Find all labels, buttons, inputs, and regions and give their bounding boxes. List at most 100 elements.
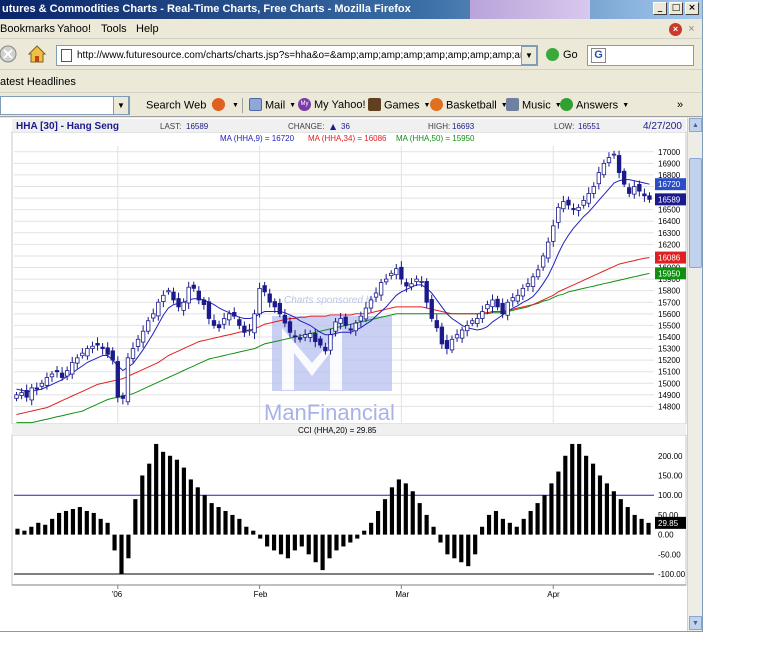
basketball-button[interactable]: Basketball ▼ [430, 94, 508, 117]
candle-body [424, 281, 429, 303]
cci-bar [98, 518, 103, 535]
mail-button[interactable]: Mail ▼ [249, 94, 296, 117]
candle-body [59, 372, 65, 378]
candle-body [135, 338, 141, 347]
price-tick-label: 15800 [658, 287, 681, 296]
candle-body [328, 334, 333, 351]
candle-body [90, 345, 95, 349]
candle-body [621, 170, 627, 185]
candle-body [277, 303, 283, 315]
cci-bar [112, 534, 117, 551]
candle-body [586, 193, 591, 204]
url-dropdown-button[interactable]: ▼ [521, 46, 537, 65]
cci-bar [500, 518, 505, 535]
menu-bar: Bookmarks Yahoo! Tools Help [0, 19, 702, 39]
chart-symbol: HHA [30] - Hang Seng [16, 121, 119, 132]
price-tick-label: 16400 [658, 217, 681, 226]
menu-yahoo[interactable]: Yahoo! [57, 19, 91, 39]
cci-bar [590, 463, 596, 535]
cci-bar [174, 459, 180, 535]
candle-body [64, 370, 70, 377]
candle-body [257, 287, 262, 315]
yahoo-compass-button[interactable]: ▼ [212, 94, 239, 117]
candle-body [353, 322, 358, 332]
menu-tools[interactable]: Tools [101, 19, 127, 39]
cci-bar [105, 522, 110, 535]
candle-body [171, 291, 176, 301]
candle-body [571, 208, 576, 211]
cci-bar [188, 479, 193, 535]
page-icon [61, 49, 72, 62]
cci-tick-label: -50.00 [658, 550, 681, 559]
cci-bar [556, 471, 561, 535]
scroll-up-icon[interactable]: ▲ [689, 118, 702, 132]
cci-bar [202, 495, 207, 535]
chevron-down-icon: ▼ [232, 102, 239, 109]
candle-body [368, 299, 374, 309]
headlines-label[interactable]: atest Headlines [0, 76, 76, 88]
search-box[interactable]: G [587, 45, 694, 66]
candle-body [383, 278, 389, 283]
candle-body [495, 298, 500, 308]
minimize-button[interactable]: _ [653, 2, 667, 15]
stop-icon[interactable]: × [669, 23, 682, 36]
candle-body [556, 206, 561, 223]
last-badge: 16589 [658, 195, 681, 204]
cci-bar [549, 483, 554, 535]
candle-body [19, 392, 24, 396]
cci-bar [70, 509, 76, 535]
games-button[interactable]: Games ▼ [368, 94, 430, 117]
candle-body [242, 325, 247, 333]
url-text: http://www.futuresource.com/charts/chart… [77, 50, 538, 61]
yahoo-search-dropdown[interactable]: ▼ [113, 96, 129, 115]
toolbar-overflow-button[interactable]: » [677, 94, 683, 117]
candle-body [454, 334, 460, 339]
scroll-down-icon[interactable]: ▼ [689, 616, 702, 630]
ma50-badge: 15950 [658, 269, 681, 278]
close-tab-icon[interactable]: × [685, 23, 698, 36]
candle-body [282, 314, 288, 324]
candle-body [130, 348, 136, 359]
candle-body [606, 157, 612, 164]
candle-body [419, 281, 424, 283]
vertical-scrollbar[interactable]: ▲ ▼ [687, 118, 702, 631]
compass-icon [212, 98, 225, 111]
price-tick-label: 16300 [658, 229, 681, 238]
yahoo-search-input[interactable]: ▼ [0, 96, 130, 115]
google-search-icon[interactable]: G [591, 48, 606, 63]
url-bar[interactable]: http://www.futuresource.com/charts/chart… [56, 45, 538, 66]
cci-bar [223, 510, 228, 535]
close-button[interactable]: × [685, 2, 699, 15]
answers-button[interactable]: Answers ▼ [560, 94, 629, 117]
date-axis: '06 Feb Mar Apr [12, 584, 686, 599]
go-button[interactable]: Go [546, 47, 578, 63]
candle-body [287, 321, 293, 333]
candle-body [206, 301, 212, 319]
candle-body [232, 312, 237, 317]
cci-bar [167, 455, 173, 535]
candle-body [505, 301, 510, 316]
low-label: LOW: [554, 122, 574, 131]
stop-button-icon[interactable] [0, 43, 22, 65]
my-yahoo-button[interactable]: My My Yahoo! [298, 94, 366, 117]
title-bar-decoration [470, 0, 590, 19]
music-button[interactable]: Music ▼ [506, 94, 562, 117]
menu-help[interactable]: Help [136, 19, 159, 39]
candle-body [39, 382, 45, 387]
scroll-thumb[interactable] [689, 158, 702, 268]
candle-body [637, 184, 642, 192]
price-tick-label: 15700 [658, 298, 681, 307]
title-bar: utures & Commodities Charts - Real-Time … [0, 0, 702, 19]
mail-label: Mail [265, 99, 286, 112]
search-web-button[interactable]: Search Web▼ [146, 94, 217, 117]
cci-bar [230, 514, 235, 535]
menu-bookmarks[interactable]: Bookmarks [0, 19, 55, 39]
home-icon[interactable] [26, 43, 48, 65]
candle-body [611, 153, 617, 156]
candle-body [485, 304, 490, 310]
maximize-button[interactable]: □ [669, 2, 683, 15]
cci-tick-label: 200.00 [658, 452, 683, 461]
cci-bar [334, 534, 339, 551]
cci-bar [563, 455, 568, 535]
ma9-badge: 16720 [658, 180, 681, 189]
